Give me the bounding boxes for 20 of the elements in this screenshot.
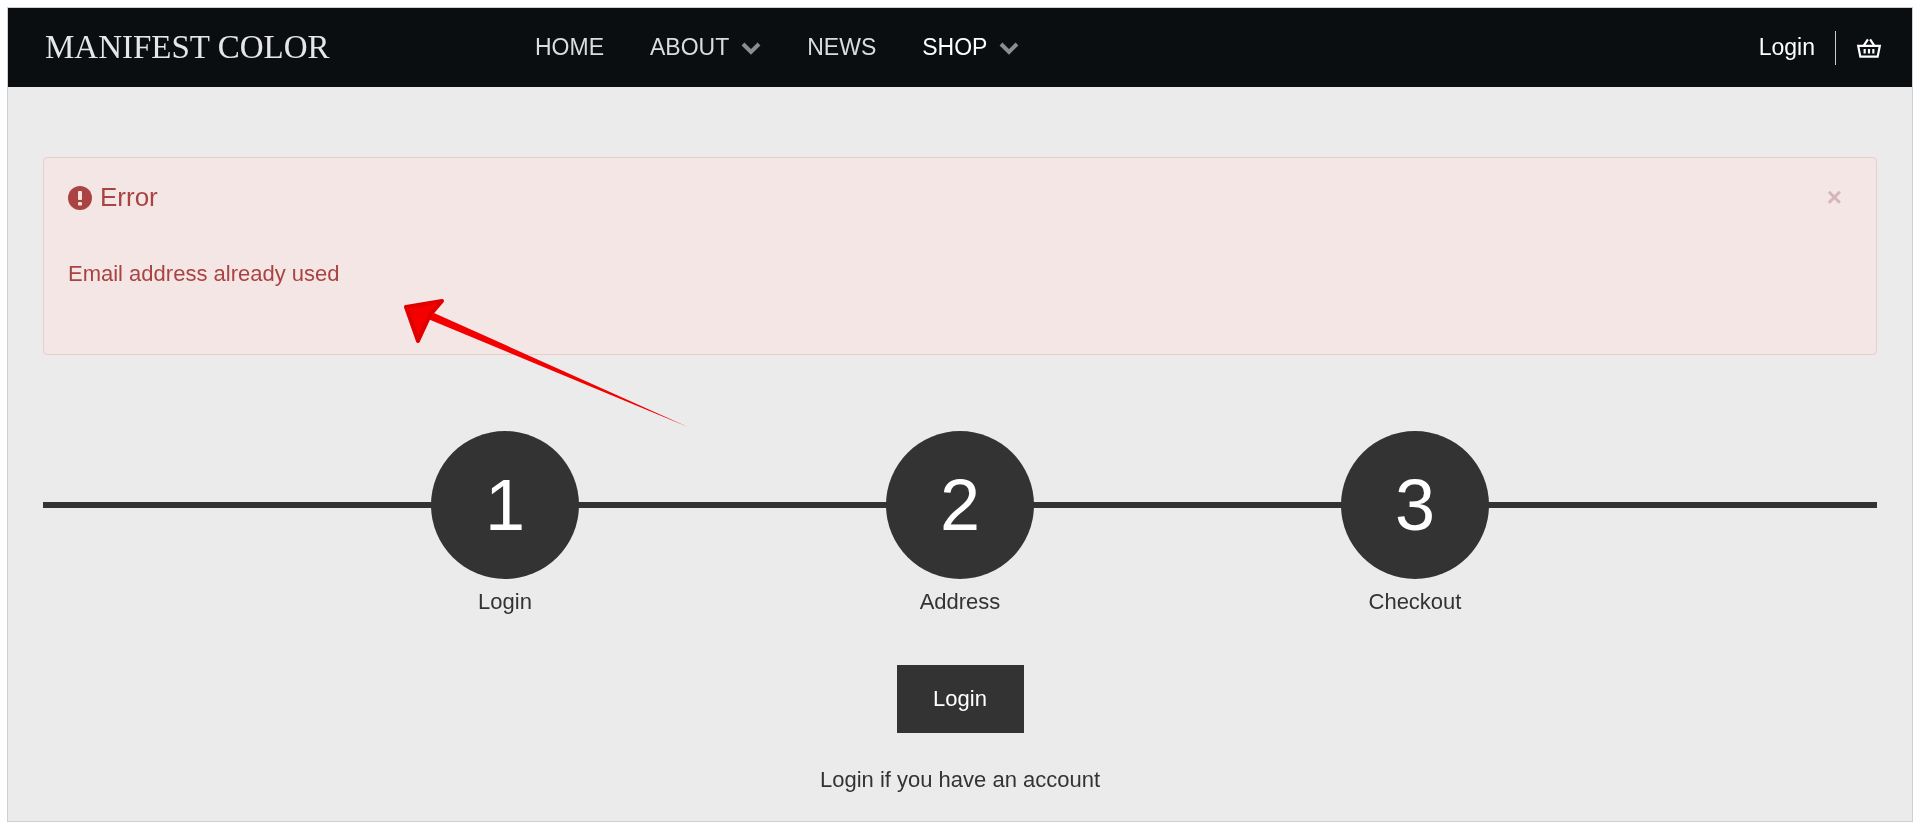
nav-link[interactable]: SHOP (922, 34, 1020, 61)
nav-link[interactable]: HOME (535, 34, 604, 61)
nav-link[interactable]: NEWS (807, 34, 877, 61)
login-hint: Login if you have an account (819, 767, 1101, 793)
chevron-down-icon (999, 40, 1020, 55)
step-circle: 2 (886, 431, 1034, 579)
step-circle: 1 (431, 431, 579, 579)
basket-icon[interactable] (1856, 36, 1882, 59)
chevron-down-icon (741, 40, 762, 55)
site-logo[interactable]: MANIFEST COLOR (45, 29, 535, 66)
step-label: Address (919, 589, 1001, 615)
alert-title: Error (100, 182, 159, 213)
nav-link[interactable]: ABOUT (650, 34, 762, 61)
exclamation-icon (68, 185, 92, 210)
step-circle: 3 (1341, 431, 1489, 579)
login-link[interactable]: Login (1758, 34, 1815, 61)
step-label: Checkout (1368, 589, 1462, 615)
alert-message: Email address already used (68, 261, 341, 287)
login-button[interactable]: Login (896, 665, 1024, 733)
step-label: Login (478, 589, 532, 615)
